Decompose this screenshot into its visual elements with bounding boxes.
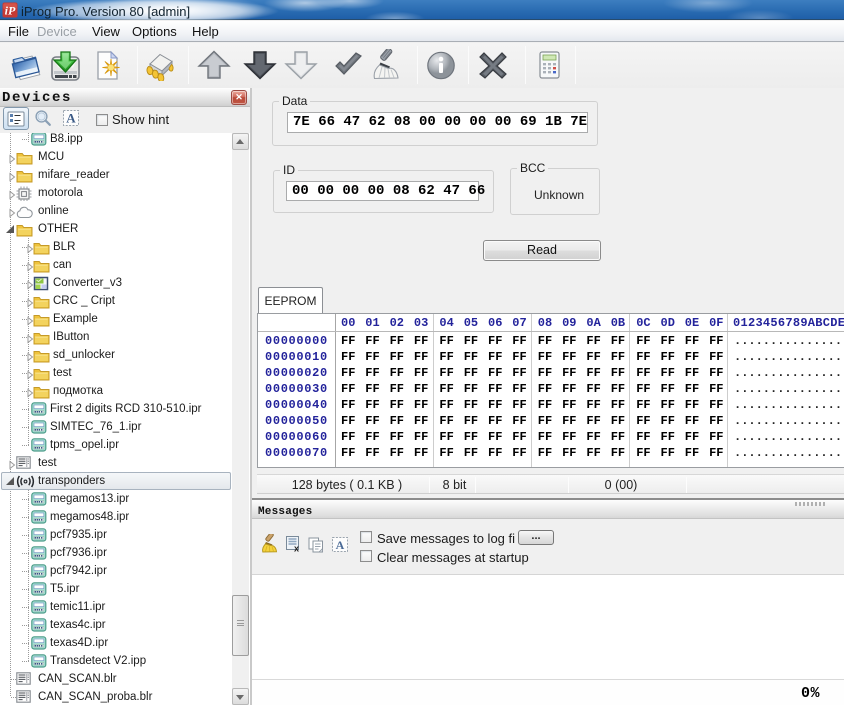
svg-text:x: x <box>294 544 299 553</box>
svg-text:A: A <box>336 538 345 552</box>
svg-text:A: A <box>66 111 76 126</box>
svg-text:iP: iP <box>5 4 16 18</box>
